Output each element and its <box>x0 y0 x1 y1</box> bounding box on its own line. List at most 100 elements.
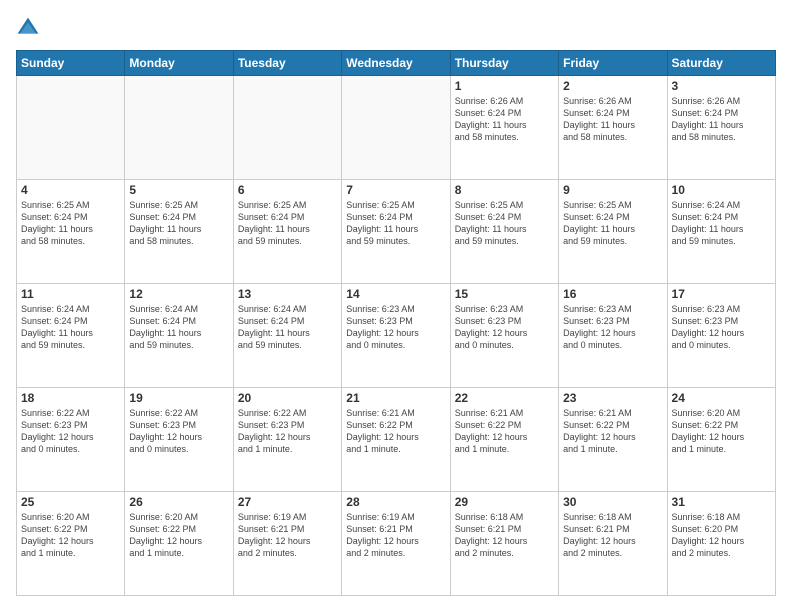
day-number: 10 <box>672 183 771 197</box>
logo <box>16 16 44 40</box>
day-number: 12 <box>129 287 228 301</box>
calendar-cell: 21 Sunrise: 6:21 AM Sunset: 6:22 PM Dayli… <box>342 388 450 492</box>
calendar-cell: 7 Sunrise: 6:25 AM Sunset: 6:24 PM Daylig… <box>342 180 450 284</box>
calendar-cell: 3 Sunrise: 6:26 AM Sunset: 6:24 PM Daylig… <box>667 76 775 180</box>
day-info: Sunrise: 6:20 AM Sunset: 6:22 PM Dayligh… <box>21 511 120 560</box>
day-info: Sunrise: 6:21 AM Sunset: 6:22 PM Dayligh… <box>455 407 554 456</box>
day-info: Sunrise: 6:26 AM Sunset: 6:24 PM Dayligh… <box>455 95 554 144</box>
calendar-cell: 10Sunrise: 6:24 AM Sunset: 6:24 PM Dayli… <box>667 180 775 284</box>
day-number: 24 <box>672 391 771 405</box>
logo-icon <box>16 16 40 40</box>
calendar-cell: 20Sunrise: 6:22 AM Sunset: 6:23 PM Dayli… <box>233 388 341 492</box>
calendar-header-monday: Monday <box>125 51 233 76</box>
calendar-cell: 1 Sunrise: 6:26 AM Sunset: 6:24 PM Daylig… <box>450 76 558 180</box>
calendar-cell: 18 Sunrise: 6:22 AM Sunset: 6:23 PM Dayli… <box>17 388 125 492</box>
day-number: 20 <box>238 391 337 405</box>
day-info: Sunrise: 6:23 AM Sunset: 6:23 PM Dayligh… <box>563 303 662 352</box>
day-number: 29 <box>455 495 554 509</box>
day-number: 16 <box>563 287 662 301</box>
calendar-header-friday: Friday <box>559 51 667 76</box>
calendar-cell: 6 Sunrise: 6:25 AM Sunset: 6:24 PM Daylig… <box>233 180 341 284</box>
calendar-cell: 2 Sunrise: 6:26 AM Sunset: 6:24 PM Daylig… <box>559 76 667 180</box>
day-number: 28 <box>346 495 445 509</box>
calendar-week-2: 4 Sunrise: 6:25 AM Sunset: 6:24 PM Daylig… <box>17 180 776 284</box>
calendar-cell: 19 Sunrise: 6:22 AM Sunset: 6:23 PM Dayli… <box>125 388 233 492</box>
calendar-cell: 31 Sunrise: 6:18 AM Sunset: 6:20 PM Dayli… <box>667 492 775 596</box>
calendar-cell: 28Sunrise: 6:19 AM Sunset: 6:21 PM Dayli… <box>342 492 450 596</box>
calendar-cell: 12 Sunrise: 6:24 AM Sunset: 6:24 PM Dayli… <box>125 284 233 388</box>
day-info: Sunrise: 6:18 AM Sunset: 6:20 PM Dayligh… <box>672 511 771 560</box>
day-info: Sunrise: 6:25 AM Sunset: 6:24 PM Dayligh… <box>21 199 120 248</box>
day-number: 3 <box>672 79 771 93</box>
day-number: 19 <box>129 391 228 405</box>
calendar-cell: 23 Sunrise: 6:21 AM Sunset: 6:22 PM Dayli… <box>559 388 667 492</box>
calendar-cell: 16 Sunrise: 6:23 AM Sunset: 6:23 PM Dayli… <box>559 284 667 388</box>
calendar-cell: 17Sunrise: 6:23 AM Sunset: 6:23 PM Dayli… <box>667 284 775 388</box>
calendar-cell: 26 Sunrise: 6:20 AM Sunset: 6:22 PM Dayli… <box>125 492 233 596</box>
day-number: 14 <box>346 287 445 301</box>
day-number: 31 <box>672 495 771 509</box>
day-info: Sunrise: 6:22 AM Sunset: 6:23 PM Dayligh… <box>21 407 120 456</box>
day-info: Sunrise: 6:23 AM Sunset: 6:23 PM Dayligh… <box>455 303 554 352</box>
day-info: Sunrise: 6:25 AM Sunset: 6:24 PM Dayligh… <box>563 199 662 248</box>
day-info: Sunrise: 6:23 AM Sunset: 6:23 PM Dayligh… <box>346 303 445 352</box>
calendar-cell <box>342 76 450 180</box>
day-number: 6 <box>238 183 337 197</box>
day-number: 23 <box>563 391 662 405</box>
page: SundayMondayTuesdayWednesdayThursdayFrid… <box>0 0 792 612</box>
calendar-header-saturday: Saturday <box>667 51 775 76</box>
day-number: 11 <box>21 287 120 301</box>
day-info: Sunrise: 6:25 AM Sunset: 6:24 PM Dayligh… <box>129 199 228 248</box>
calendar-week-5: 25 Sunrise: 6:20 AM Sunset: 6:22 PM Dayli… <box>17 492 776 596</box>
day-info: Sunrise: 6:26 AM Sunset: 6:24 PM Dayligh… <box>563 95 662 144</box>
calendar-header-tuesday: Tuesday <box>233 51 341 76</box>
calendar-cell <box>125 76 233 180</box>
day-number: 4 <box>21 183 120 197</box>
day-info: Sunrise: 6:25 AM Sunset: 6:24 PM Dayligh… <box>346 199 445 248</box>
day-info: Sunrise: 6:18 AM Sunset: 6:21 PM Dayligh… <box>455 511 554 560</box>
day-number: 7 <box>346 183 445 197</box>
day-number: 8 <box>455 183 554 197</box>
day-info: Sunrise: 6:21 AM Sunset: 6:22 PM Dayligh… <box>563 407 662 456</box>
day-number: 25 <box>21 495 120 509</box>
calendar-week-4: 18 Sunrise: 6:22 AM Sunset: 6:23 PM Dayli… <box>17 388 776 492</box>
calendar-header-row: SundayMondayTuesdayWednesdayThursdayFrid… <box>17 51 776 76</box>
calendar-cell: 13Sunrise: 6:24 AM Sunset: 6:24 PM Dayli… <box>233 284 341 388</box>
calendar-week-3: 11 Sunrise: 6:24 AM Sunset: 6:24 PM Dayli… <box>17 284 776 388</box>
day-info: Sunrise: 6:24 AM Sunset: 6:24 PM Dayligh… <box>129 303 228 352</box>
calendar-week-1: 1 Sunrise: 6:26 AM Sunset: 6:24 PM Daylig… <box>17 76 776 180</box>
header <box>16 16 776 40</box>
day-number: 27 <box>238 495 337 509</box>
day-number: 26 <box>129 495 228 509</box>
calendar-cell <box>17 76 125 180</box>
day-number: 15 <box>455 287 554 301</box>
calendar-cell: 11 Sunrise: 6:24 AM Sunset: 6:24 PM Dayli… <box>17 284 125 388</box>
day-info: Sunrise: 6:26 AM Sunset: 6:24 PM Dayligh… <box>672 95 771 144</box>
calendar-cell: 29 Sunrise: 6:18 AM Sunset: 6:21 PM Dayli… <box>450 492 558 596</box>
day-number: 2 <box>563 79 662 93</box>
calendar-cell: 30Sunrise: 6:18 AM Sunset: 6:21 PM Dayli… <box>559 492 667 596</box>
calendar-cell: 15 Sunrise: 6:23 AM Sunset: 6:23 PM Dayli… <box>450 284 558 388</box>
day-number: 21 <box>346 391 445 405</box>
day-number: 18 <box>21 391 120 405</box>
day-number: 1 <box>455 79 554 93</box>
day-number: 9 <box>563 183 662 197</box>
calendar-header-sunday: Sunday <box>17 51 125 76</box>
day-number: 5 <box>129 183 228 197</box>
calendar-cell: 14 Sunrise: 6:23 AM Sunset: 6:23 PM Dayli… <box>342 284 450 388</box>
calendar-table: SundayMondayTuesdayWednesdayThursdayFrid… <box>16 50 776 596</box>
day-info: Sunrise: 6:20 AM Sunset: 6:22 PM Dayligh… <box>672 407 771 456</box>
day-info: Sunrise: 6:21 AM Sunset: 6:22 PM Dayligh… <box>346 407 445 456</box>
day-info: Sunrise: 6:22 AM Sunset: 6:23 PM Dayligh… <box>129 407 228 456</box>
day-info: Sunrise: 6:20 AM Sunset: 6:22 PM Dayligh… <box>129 511 228 560</box>
day-info: Sunrise: 6:24 AM Sunset: 6:24 PM Dayligh… <box>21 303 120 352</box>
day-info: Sunrise: 6:18 AM Sunset: 6:21 PM Dayligh… <box>563 511 662 560</box>
calendar-cell: 25 Sunrise: 6:20 AM Sunset: 6:22 PM Dayli… <box>17 492 125 596</box>
day-number: 13 <box>238 287 337 301</box>
day-info: Sunrise: 6:25 AM Sunset: 6:24 PM Dayligh… <box>238 199 337 248</box>
day-info: Sunrise: 6:19 AM Sunset: 6:21 PM Dayligh… <box>238 511 337 560</box>
calendar-header-thursday: Thursday <box>450 51 558 76</box>
day-info: Sunrise: 6:25 AM Sunset: 6:24 PM Dayligh… <box>455 199 554 248</box>
calendar-cell: 5 Sunrise: 6:25 AM Sunset: 6:24 PM Daylig… <box>125 180 233 284</box>
calendar-cell: 27 Sunrise: 6:19 AM Sunset: 6:21 PM Dayli… <box>233 492 341 596</box>
